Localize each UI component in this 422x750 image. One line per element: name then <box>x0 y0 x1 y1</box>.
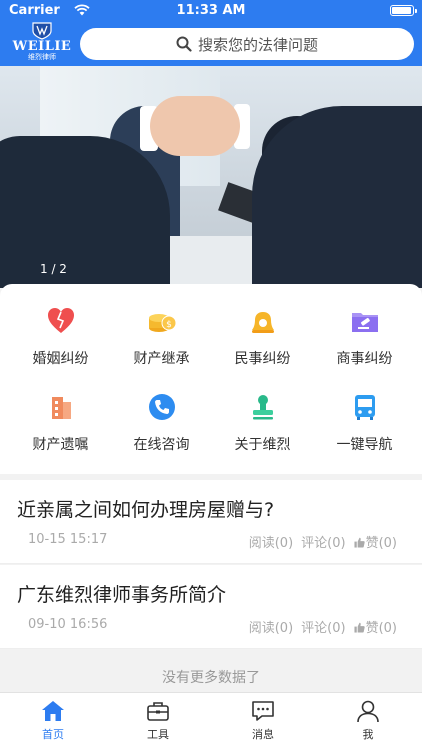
category-label: 民事纠纷 <box>234 351 291 367</box>
category-label: 商事纠纷 <box>336 351 393 367</box>
article-title: 近亲属之间如何办理房屋赠与? <box>17 499 275 521</box>
search-placeholder: 搜索您的法律问题 <box>197 35 318 54</box>
bus-icon <box>354 395 375 420</box>
category-civil[interactable]: 民事纠纷 <box>210 306 315 368</box>
read-count: 阅读(0) <box>248 621 294 636</box>
article-date: 10-15 15:17 <box>28 532 108 547</box>
stamp-icon <box>252 395 273 420</box>
category-inheritance[interactable]: $ 财产继承 <box>109 306 214 368</box>
category-about[interactable]: 关于维烈 <box>210 392 315 454</box>
article-item[interactable]: 广东维烈律师事务所简介 09-10 16:56 阅读(0) 评论(0) 赞(0) <box>0 565 422 649</box>
logo-subtitle: 维烈律师 <box>28 53 56 61</box>
phone-icon <box>148 394 175 420</box>
tab-label: 消息 <box>252 728 274 741</box>
tab-label: 工具 <box>147 728 169 741</box>
like-count: 赞(0) <box>365 621 397 636</box>
category-commercial[interactable]: 商事纠纷 <box>312 306 417 368</box>
banner-carousel[interactable]: 1 / 2 <box>0 66 422 288</box>
banner-suit-left <box>0 136 170 288</box>
comment-count: 评论(0) <box>301 621 346 636</box>
category-label: 婚姻纠纷 <box>32 351 89 367</box>
coins-icon: $ <box>148 314 176 332</box>
like-stat[interactable]: 赞(0) <box>354 532 397 551</box>
category-marriage[interactable]: 婚姻纠纷 <box>8 306 113 368</box>
article-item[interactable]: 近亲属之间如何办理房屋赠与? 10-15 15:17 阅读(0) 评论(0) 赞… <box>0 480 422 564</box>
article-stats: 阅读(0) 评论(0) 赞(0) <box>249 617 397 636</box>
tab-messages[interactable]: 消息 <box>228 698 298 742</box>
article-date: 09-10 16:56 <box>28 617 108 632</box>
tab-label: 首页 <box>42 728 64 741</box>
article-title: 广东维烈律师事务所简介 <box>17 584 227 606</box>
bell-icon <box>251 312 274 333</box>
message-icon <box>252 701 274 721</box>
article-stats: 阅读(0) 评论(0) 赞(0) <box>249 532 397 551</box>
thumbs-up-icon <box>354 622 365 633</box>
banner-page-indicator: 1 / 2 <box>40 262 67 276</box>
category-label: 财产遗嘱 <box>32 437 89 453</box>
category-consult[interactable]: 在线咨询 <box>109 392 214 454</box>
shield-icon <box>32 22 52 40</box>
broken-heart-icon <box>47 308 74 333</box>
tab-me[interactable]: 我 <box>333 698 403 742</box>
user-icon <box>357 700 379 723</box>
category-navigation[interactable]: 一键导航 <box>312 392 417 454</box>
tab-tools[interactable]: 工具 <box>123 698 193 742</box>
clock: 11:33 AM <box>176 3 246 18</box>
battery-icon <box>390 5 417 16</box>
gavel-folder-icon <box>351 313 378 332</box>
category-label: 财产继承 <box>133 351 190 367</box>
app-header: Carrier 11:33 AM WEILIE 维烈律师 搜索您的法律问题 <box>0 0 422 66</box>
svg-text:$: $ <box>166 320 172 330</box>
brand-logo: WEILIE 维烈律师 <box>8 22 76 64</box>
status-bar: Carrier 11:33 AM <box>0 0 422 22</box>
category-label: 在线咨询 <box>133 437 190 453</box>
home-icon <box>42 701 64 721</box>
like-count: 赞(0) <box>365 536 397 551</box>
like-stat[interactable]: 赞(0) <box>354 617 397 636</box>
list-end-message: 没有更多数据了 <box>162 670 260 686</box>
search-icon <box>176 36 192 52</box>
search-bar[interactable]: 搜索您的法律问题 <box>80 28 414 60</box>
tab-home[interactable]: 首页 <box>18 698 88 742</box>
category-grid: 婚姻纠纷 $ 财产继承 民事纠纷 商事纠纷 财产遗嘱 在线咨询 关于维烈 一键导… <box>0 284 422 474</box>
bottom-tab-bar: 首页 工具 消息 我 <box>0 692 422 750</box>
category-label: 关于维烈 <box>234 437 291 453</box>
thumbs-up-icon <box>354 537 365 548</box>
handshake-image <box>150 96 240 156</box>
toolbox-icon <box>147 702 169 721</box>
logo-wordmark: WEILIE <box>12 39 72 54</box>
category-label: 一键导航 <box>336 437 393 453</box>
tab-label: 我 <box>362 728 374 741</box>
read-count: 阅读(0) <box>248 536 294 551</box>
banner-suit-right <box>252 106 422 288</box>
comment-count: 评论(0) <box>301 536 346 551</box>
category-will[interactable]: 财产遗嘱 <box>8 392 113 454</box>
building-icon <box>51 397 71 419</box>
